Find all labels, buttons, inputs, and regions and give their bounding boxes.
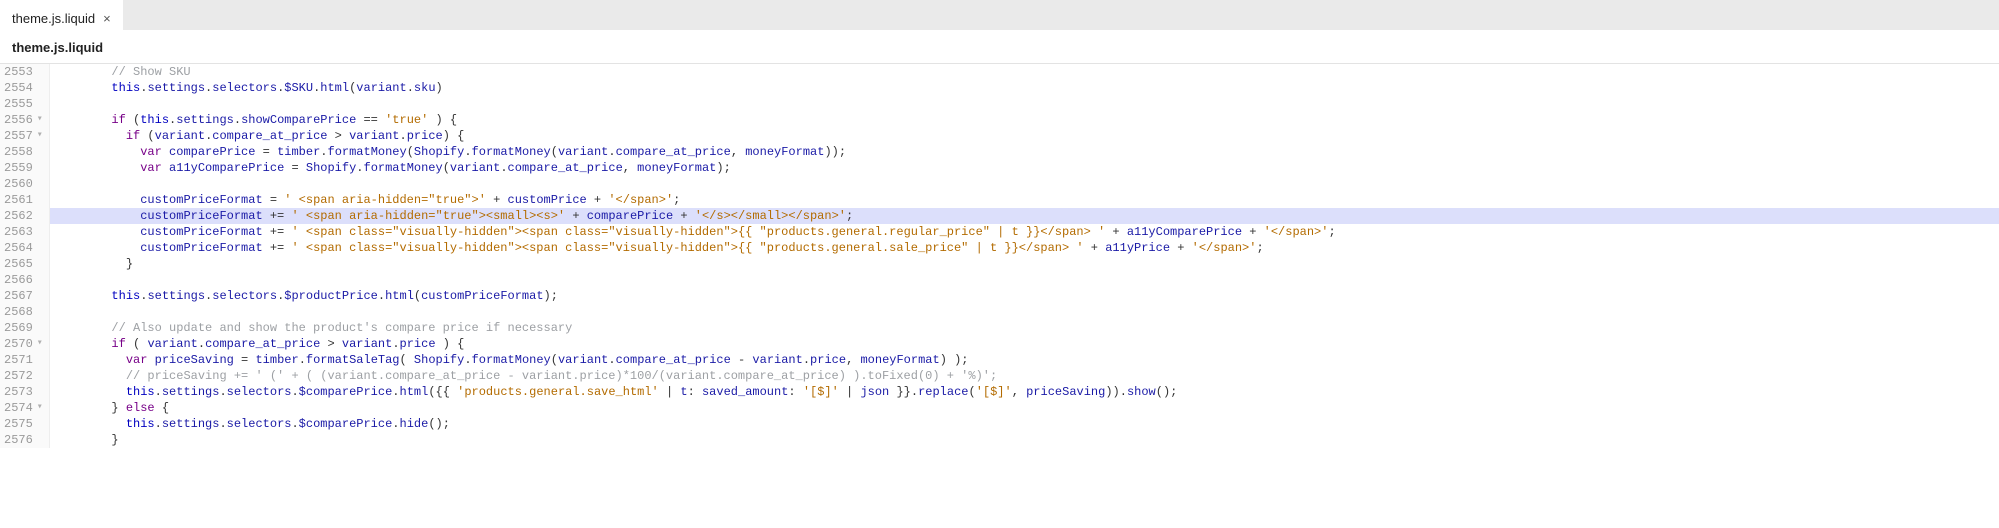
line-number: 2559: [4, 160, 43, 176]
code-line[interactable]: // Also update and show the product's co…: [50, 320, 1999, 336]
code-line[interactable]: this.settings.selectors.$SKU.html(varian…: [50, 80, 1999, 96]
line-number: 2563: [4, 224, 43, 240]
fold-icon[interactable]: ▾: [35, 336, 43, 352]
code-line[interactable]: }: [50, 256, 1999, 272]
code-area[interactable]: // Show SKU this.settings.selectors.$SKU…: [50, 64, 1999, 448]
line-number: 2565: [4, 256, 43, 272]
code-line[interactable]: customPriceFormat += ' <span class="visu…: [50, 240, 1999, 256]
code-line[interactable]: this.settings.selectors.$comparePrice.hi…: [50, 416, 1999, 432]
code-editor[interactable]: 2553255425552556▾2557▾255825592560256125…: [0, 64, 1999, 448]
code-line[interactable]: var comparePrice = timber.formatMoney(Sh…: [50, 144, 1999, 160]
breadcrumb: theme.js.liquid: [0, 30, 1999, 64]
line-number: 2568: [4, 304, 43, 320]
close-icon[interactable]: ×: [103, 11, 111, 26]
line-number: 2570▾: [4, 336, 43, 352]
code-line[interactable]: [50, 96, 1999, 112]
line-number: 2575: [4, 416, 43, 432]
code-line[interactable]: if (this.settings.showComparePrice == 't…: [50, 112, 1999, 128]
line-number: 2573: [4, 384, 43, 400]
line-number: 2572: [4, 368, 43, 384]
fold-icon[interactable]: ▾: [35, 128, 43, 144]
tab-theme-js-liquid[interactable]: theme.js.liquid ×: [0, 0, 123, 30]
line-number: 2553: [4, 64, 43, 80]
line-number: 2567: [4, 288, 43, 304]
line-number-gutter: 2553255425552556▾2557▾255825592560256125…: [0, 64, 50, 448]
code-line[interactable]: [50, 272, 1999, 288]
fold-icon[interactable]: ▾: [35, 112, 43, 128]
line-number: 2556▾: [4, 112, 43, 128]
code-line[interactable]: }: [50, 432, 1999, 448]
code-line[interactable]: [50, 176, 1999, 192]
line-number: 2564: [4, 240, 43, 256]
code-line[interactable]: if ( variant.compare_at_price > variant.…: [50, 336, 1999, 352]
code-line[interactable]: } else {: [50, 400, 1999, 416]
code-line[interactable]: var priceSaving = timber.formatSaleTag( …: [50, 352, 1999, 368]
tab-bar: theme.js.liquid ×: [0, 0, 1999, 30]
line-number: 2569: [4, 320, 43, 336]
code-line[interactable]: // Show SKU: [50, 64, 1999, 80]
line-number: 2576: [4, 432, 43, 448]
line-number: 2566: [4, 272, 43, 288]
line-number: 2562: [4, 208, 43, 224]
code-line[interactable]: [50, 304, 1999, 320]
line-number: 2574▾: [4, 400, 43, 416]
line-number: 2560: [4, 176, 43, 192]
code-line[interactable]: this.settings.selectors.$comparePrice.ht…: [50, 384, 1999, 400]
code-line[interactable]: customPriceFormat += ' <span aria-hidden…: [50, 208, 1999, 224]
line-number: 2561: [4, 192, 43, 208]
fold-icon[interactable]: ▾: [35, 400, 43, 416]
line-number: 2558: [4, 144, 43, 160]
code-line[interactable]: if (variant.compare_at_price > variant.p…: [50, 128, 1999, 144]
code-line[interactable]: customPriceFormat += ' <span class="visu…: [50, 224, 1999, 240]
code-line[interactable]: customPriceFormat = ' <span aria-hidden=…: [50, 192, 1999, 208]
code-line[interactable]: this.settings.selectors.$productPrice.ht…: [50, 288, 1999, 304]
line-number: 2557▾: [4, 128, 43, 144]
line-number: 2554: [4, 80, 43, 96]
code-line[interactable]: // priceSaving += ' (' + ( (variant.comp…: [50, 368, 1999, 384]
line-number: 2571: [4, 352, 43, 368]
tab-title: theme.js.liquid: [12, 11, 95, 26]
line-number: 2555: [4, 96, 43, 112]
code-line[interactable]: var a11yComparePrice = Shopify.formatMon…: [50, 160, 1999, 176]
